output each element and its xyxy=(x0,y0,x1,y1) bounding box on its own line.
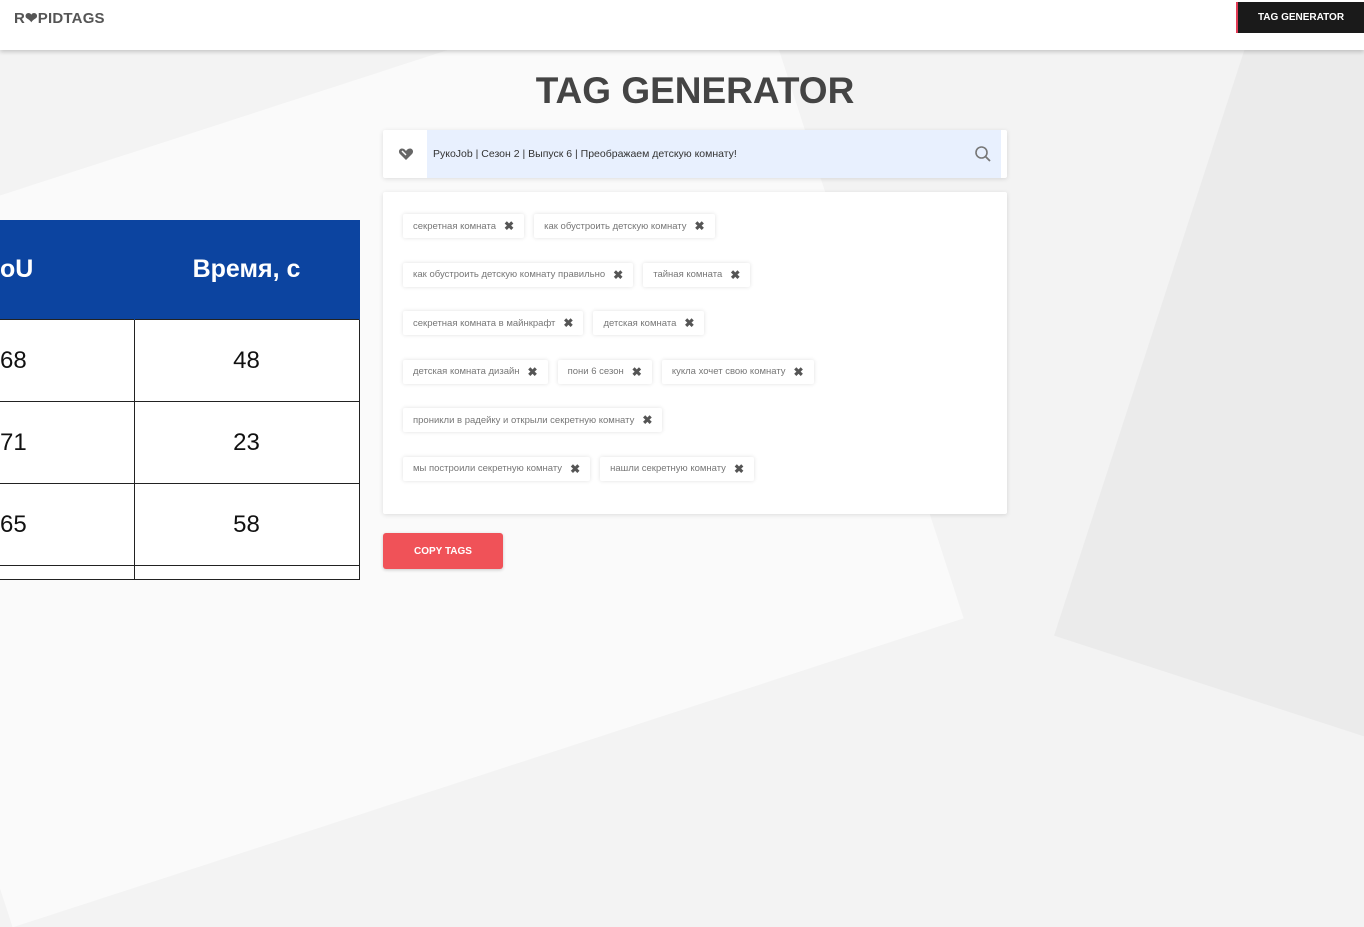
table-cell: 71 xyxy=(0,401,135,484)
tag-label: тайная комната xyxy=(653,269,723,280)
table-cell: 48 xyxy=(133,319,360,402)
remove-tag-icon[interactable]: ✖ xyxy=(730,268,740,282)
tag-chip[interactable]: секретная комната в майнкрафт ✖ xyxy=(403,311,584,335)
heart-tag-icon xyxy=(398,148,414,160)
tag-label: мы построили секретную комнату xyxy=(413,463,563,474)
remove-tag-icon[interactable]: ✖ xyxy=(642,413,652,427)
tag-chip[interactable]: как обустроить детскую комнату ✖ xyxy=(534,214,715,238)
table-cell xyxy=(133,565,360,580)
video-title-input[interactable] xyxy=(427,130,1001,178)
search-bar xyxy=(383,130,1007,178)
search-icon[interactable] xyxy=(973,144,993,164)
tag-label: нашли секретную комнату xyxy=(610,463,726,474)
tag-label: как обустроить детскую комнату xyxy=(544,220,687,232)
page-title: TAG GENERATOR xyxy=(535,70,855,111)
table-cell: 58 xyxy=(133,483,360,566)
table-row: 68 48 xyxy=(0,319,360,402)
tag-label: секретная комната в майнкрафт xyxy=(413,317,556,329)
overlay-results-table: oU Время, с 68 48 71 23 65 58 xyxy=(0,220,360,580)
tag-chip[interactable]: тайная комната ✖ xyxy=(643,262,751,287)
tag-chip[interactable]: нашли секретную комнату ✖ xyxy=(600,456,754,481)
tag-chip[interactable]: кукла хочет свою комнату ✖ xyxy=(661,359,814,384)
copy-tags-button[interactable]: COPY TAGS xyxy=(383,533,503,569)
tag-chip[interactable]: секретная комната ✖ xyxy=(403,214,525,238)
tag-chip[interactable]: детская комната ✖ xyxy=(593,311,705,335)
table-row: 71 23 xyxy=(0,401,360,484)
tag-chip[interactable]: как обустроить детскую комнату правильно… xyxy=(403,262,634,287)
remove-tag-icon[interactable]: ✖ xyxy=(563,316,573,330)
tag-row: как обустроить детскую комнату правильно… xyxy=(403,262,987,287)
tag-chip[interactable]: проникли в радейку и открыли секретную к… xyxy=(403,408,663,432)
tag-row: мы построили секретную комнату ✖ нашли сек… xyxy=(403,456,987,481)
table-header-cell: Время, с xyxy=(134,220,360,320)
remove-tag-icon[interactable]: ✖ xyxy=(684,316,694,330)
remove-tag-icon[interactable]: ✖ xyxy=(632,365,642,379)
top-navigation-bar: R❤PIDTAGS TAG GENERATOR xyxy=(0,0,1364,50)
remove-tag-icon[interactable]: ✖ xyxy=(695,219,705,233)
tag-label: проникли в радейку и открыли секретную к… xyxy=(413,414,635,426)
table-header-cell: oU xyxy=(0,220,135,320)
tag-row: секретная комната в майнкрафт ✖ детская ко… xyxy=(403,311,987,335)
table-row xyxy=(0,565,360,580)
tag-generator-nav-button[interactable]: TAG GENERATOR xyxy=(1238,2,1364,33)
tag-row: секретная комната ✖ как обустроить детскую… xyxy=(403,214,987,238)
tag-label: пони 6 сезон xyxy=(567,366,624,377)
tag-chip[interactable]: мы построили секретную комнату ✖ xyxy=(403,456,591,481)
remove-tag-icon[interactable]: ✖ xyxy=(504,219,514,233)
tag-row: проникли в радейку и открыли секретную к… xyxy=(403,408,987,432)
tags-panel: секретная комната ✖ как обустроить детскую… xyxy=(383,192,1007,514)
tag-chip[interactable]: пони 6 сезон ✖ xyxy=(557,359,652,384)
table-row: 65 58 xyxy=(0,483,360,566)
table-header-row: oU Время, с xyxy=(0,220,360,320)
tag-label: как обустроить детскую комнату правильно xyxy=(413,269,606,280)
tag-label: секретная комната xyxy=(413,220,497,232)
background-shape xyxy=(1054,0,1364,791)
table-cell: 65 xyxy=(0,483,135,566)
table-cell: 68 xyxy=(0,319,135,402)
table-cell: 23 xyxy=(133,401,360,484)
tag-chip[interactable]: детская комната дизайн ✖ xyxy=(403,359,548,384)
table-cell xyxy=(0,565,135,580)
tag-label: кукла хочет свою комнату xyxy=(671,366,786,377)
site-logo[interactable]: R❤PIDTAGS xyxy=(14,9,105,27)
remove-tag-icon[interactable]: ✖ xyxy=(794,365,804,379)
remove-tag-icon[interactable]: ✖ xyxy=(570,462,580,476)
remove-tag-icon[interactable]: ✖ xyxy=(528,365,538,379)
remove-tag-icon[interactable]: ✖ xyxy=(734,462,744,476)
remove-tag-icon[interactable]: ✖ xyxy=(613,268,623,282)
tag-label: детская комната дизайн xyxy=(413,366,520,377)
tag-label: детская комната xyxy=(603,317,677,329)
tag-row: детская комната дизайн ✖ пони 6 сезон ✖ кукл… xyxy=(403,359,987,384)
